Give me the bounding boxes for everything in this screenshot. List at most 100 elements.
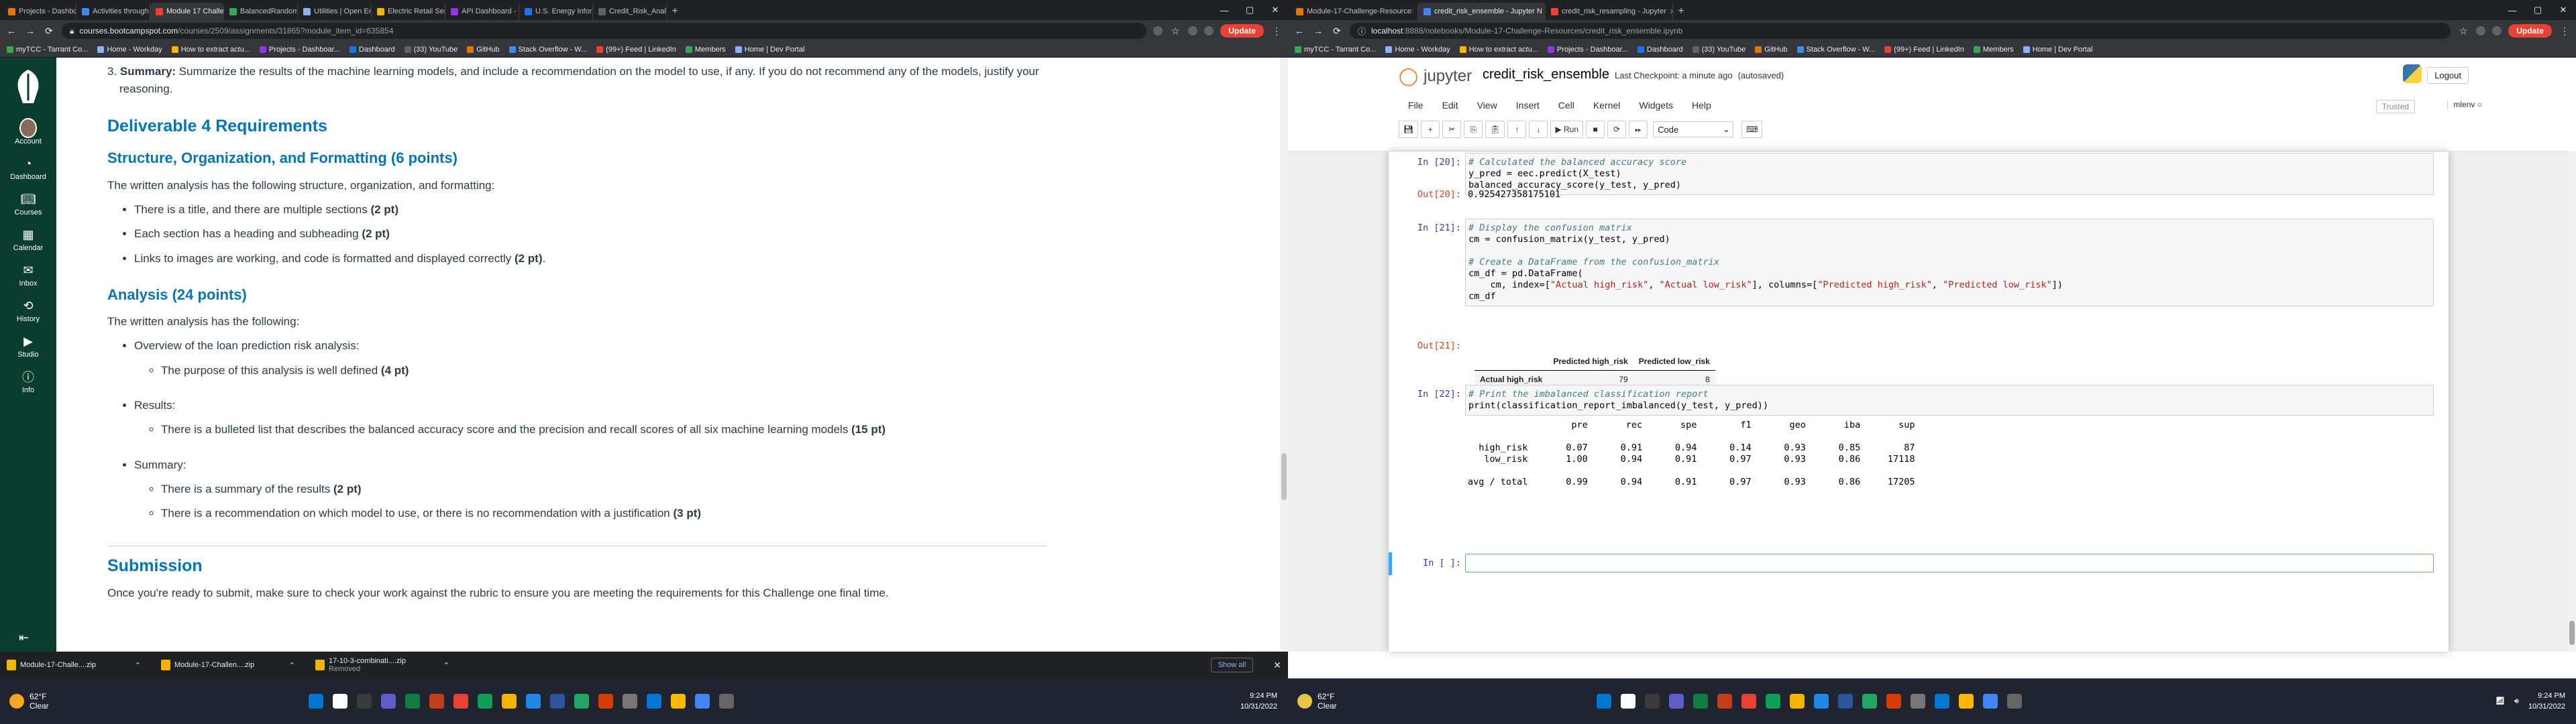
menu-help[interactable]: Help [1682, 95, 1721, 116]
nav-info[interactable]: ⓘ Info [0, 364, 56, 400]
logout-button[interactable]: Logout [2427, 67, 2469, 84]
update-button[interactable]: Update [2508, 24, 2552, 38]
bookmark[interactable]: How to extract actu... [1459, 46, 1538, 54]
app-icon[interactable] [1935, 694, 1949, 709]
nav-dashboard[interactable]: ◔ Dashboard [0, 151, 56, 186]
jupyter-logo[interactable]: ◯ jupyter [1399, 66, 1472, 86]
chevron-up-icon[interactable]: ⌃ [443, 661, 449, 670]
move-up-icon[interactable]: ↑ [1507, 121, 1527, 138]
browser-tab[interactable]: Utilities | Open Energ✕ [298, 3, 372, 20]
bookmark[interactable]: How to extract actu... [171, 46, 250, 54]
excel-icon[interactable] [1717, 694, 1732, 709]
close-window-icon[interactable]: ✕ [1263, 5, 1288, 15]
chevron-up-icon[interactable]: ⌃ [135, 661, 141, 670]
bookmark[interactable]: GitHub [1755, 46, 1788, 54]
extensions-icon[interactable] [1188, 26, 1198, 36]
bookmark[interactable]: Stack Overflow - W... [508, 46, 587, 54]
browser-tab[interactable]: credit_risk_ensemble - Jupyter N✕ [1418, 3, 1546, 20]
forward-icon[interactable]: → [1312, 25, 1324, 36]
address-input[interactable]: ⓘ localhost:8888/notebooks/Module-17-Cha… [1350, 23, 2451, 39]
maximize-icon[interactable]: ▢ [2525, 5, 2551, 15]
new-tab-icon[interactable]: + [1673, 5, 1689, 17]
bookmark[interactable]: myTCC - Tarrant Co... [7, 46, 88, 54]
bookmark[interactable]: Dashboard [1637, 46, 1683, 54]
close-window-icon[interactable]: ✕ [2551, 5, 2576, 15]
nav-courses[interactable]: 📖︎ Courses [0, 186, 56, 222]
save-icon[interactable]: 💾︎ [1399, 121, 1419, 138]
menu-insert[interactable]: Insert [1507, 95, 1549, 116]
cell-input[interactable]: # Display the confusion matrix cm = conf… [1465, 219, 2434, 306]
bookmark[interactable]: Stack Overflow - W... [1796, 46, 1875, 54]
browser-tab[interactable]: Credit_Risk_Analysis✕ [593, 3, 667, 20]
browser-tab[interactable]: Activities through we✕ [76, 3, 150, 20]
star-icon[interactable]: ☆ [2457, 25, 2469, 37]
back-icon[interactable]: ← [1293, 25, 1305, 36]
bookmark[interactable]: GitHub [467, 46, 500, 54]
cut-icon[interactable]: ✂ [1442, 121, 1462, 138]
nav-inbox[interactable]: ✉ Inbox [0, 257, 56, 293]
download-item[interactable]: Module-17-Challen....zip ⌃ [161, 657, 295, 673]
restart-run-all-icon[interactable]: ⏩︎ [1629, 121, 1648, 138]
word-icon[interactable] [1838, 694, 1853, 709]
bookmark[interactable]: Projects - Dashboar... [260, 46, 340, 54]
bookmark[interactable]: Members [685, 46, 726, 54]
reload-icon[interactable]: ⟳ [1331, 25, 1343, 37]
new-tab-icon[interactable]: + [667, 5, 683, 17]
terminal-icon[interactable] [405, 694, 420, 709]
share-icon[interactable] [1153, 26, 1163, 36]
address-input[interactable]: 🔒︎ courses.bootcampspot.com/courses/2509… [62, 23, 1147, 39]
app-icon[interactable] [623, 694, 637, 709]
bookmark[interactable]: myTCC - Tarrant Co... [1295, 46, 1376, 54]
spartan-logo[interactable] [9, 67, 47, 107]
app-icon[interactable] [1741, 694, 1756, 709]
menu-kernel[interactable]: Kernel [1584, 95, 1629, 116]
cell-type-select[interactable]: Code ⌄ [1653, 121, 1734, 137]
excel-icon[interactable] [429, 694, 444, 709]
menu-icon[interactable]: ⋮ [2559, 25, 2571, 37]
browser-tab[interactable]: Module-17-Challenge-Resource:✕ [1291, 3, 1418, 20]
empty-code-cell[interactable]: In [ ]: [1401, 552, 2434, 575]
app-icon[interactable] [719, 694, 734, 709]
file-explorer-icon[interactable] [1959, 694, 1974, 709]
search-icon[interactable] [1621, 694, 1635, 709]
bookmark[interactable]: (33) YouTube [404, 46, 458, 54]
edge-icon[interactable] [1766, 694, 1780, 709]
browser-tab[interactable]: BalancedRandomFor✕ [224, 3, 298, 20]
bookmark[interactable]: (99+) Feed | LinkedIn [1884, 46, 1964, 54]
menu-cell[interactable]: Cell [1549, 95, 1584, 116]
minimize-icon[interactable]: — [1212, 5, 1237, 15]
app-icon[interactable] [647, 694, 661, 709]
app-icon[interactable] [574, 694, 589, 709]
show-all-button[interactable]: Show all [1210, 658, 1254, 672]
nav-account[interactable]: Account [0, 115, 56, 151]
windows-start-icon[interactable] [309, 694, 323, 709]
code-cell-21[interactable]: In [21]: # Display the confusion matrix … [1401, 219, 2434, 402]
task-view-icon[interactable] [1645, 694, 1660, 709]
profile-icon[interactable] [1204, 26, 1214, 36]
update-button[interactable]: Update [1220, 24, 1264, 38]
menu-edit[interactable]: Edit [1433, 95, 1468, 116]
profile-icon[interactable] [2492, 26, 2502, 36]
vscode-icon[interactable] [1814, 694, 1829, 709]
bookmark[interactable]: Home | Dev Portal [2023, 46, 2092, 54]
weather-widget[interactable]: 62°F Clear [0, 692, 201, 711]
windows-start-icon[interactable] [1597, 694, 1611, 709]
back-icon[interactable]: ← [5, 25, 17, 36]
move-down-icon[interactable]: ↓ [1529, 121, 1548, 138]
cell-input[interactable] [1465, 554, 2434, 572]
code-cell-20[interactable]: In [20]: # Calculated the balanced accur… [1401, 153, 2434, 217]
page-scrollbar[interactable] [1280, 58, 1288, 652]
search-icon[interactable] [333, 694, 347, 709]
teams-icon[interactable] [381, 694, 396, 709]
forward-icon[interactable]: → [24, 25, 36, 36]
app-icon[interactable] [1862, 694, 1877, 709]
notebook-name[interactable]: credit_risk_ensemble [1483, 67, 1609, 82]
bookmark[interactable]: Members [1973, 46, 2014, 54]
scrollbar-thumb[interactable] [1281, 453, 1287, 500]
app-icon[interactable] [1886, 694, 1901, 709]
code-cell-22[interactable]: In [22]: # Print the imbalanced classifi… [1401, 385, 2434, 532]
file-explorer-icon[interactable] [671, 694, 686, 709]
minimize-icon[interactable]: — [2500, 5, 2525, 15]
bookmark[interactable]: Home - Workday [97, 46, 162, 54]
run-button[interactable]: ▶ Run [1550, 121, 1584, 138]
